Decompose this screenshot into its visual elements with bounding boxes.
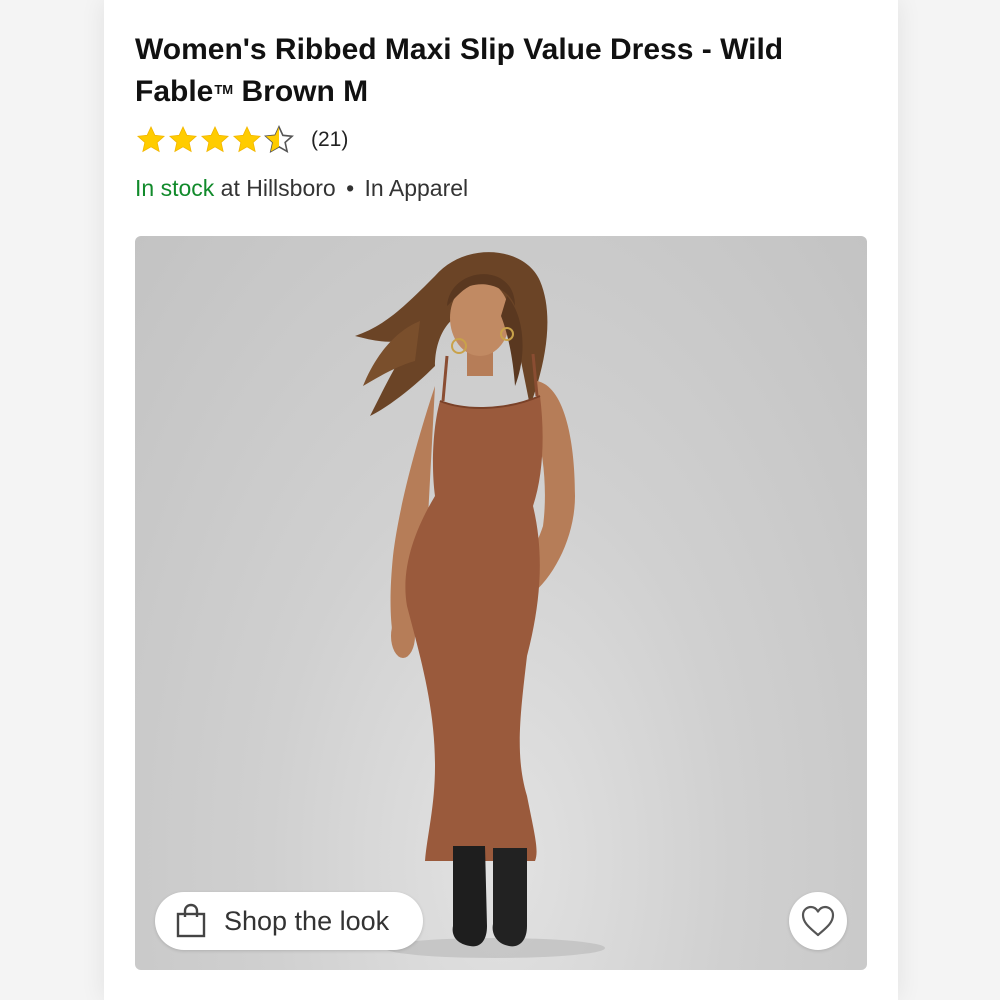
- availability-line: In stock at Hillsboro • In Apparel: [135, 175, 468, 202]
- star-full-icon: [200, 125, 230, 153]
- star-rating: [135, 124, 295, 156]
- star-full-icon: [232, 125, 262, 153]
- product-page: Women's Ribbed Maxi Slip Value Dress - W…: [104, 0, 898, 1000]
- star-full-icon: [136, 125, 166, 153]
- shopping-bag-icon: [176, 903, 206, 938]
- product-image[interactable]: Shop the look: [135, 236, 867, 970]
- product-title: Women's Ribbed Maxi Slip Value Dress - W…: [135, 30, 875, 112]
- product-title-text: Women's Ribbed Maxi Slip Value Dress - W…: [135, 33, 784, 108]
- stock-status: In stock: [135, 175, 215, 201]
- favorite-button[interactable]: [789, 892, 847, 950]
- star-half-icon: [264, 125, 294, 154]
- product-title-variant: Brown M: [241, 75, 369, 108]
- star-full-icon: [168, 125, 198, 153]
- model-photo: [355, 252, 605, 958]
- separator-dot: •: [346, 175, 355, 201]
- store-location[interactable]: at Hillsboro: [221, 175, 336, 201]
- trademark-symbol: TM: [214, 82, 234, 97]
- rating-summary[interactable]: (21): [135, 122, 348, 158]
- heart-icon: [801, 905, 835, 937]
- shop-the-look-button[interactable]: Shop the look: [155, 892, 423, 950]
- department: In Apparel: [364, 175, 469, 201]
- shop-the-look-label: Shop the look: [224, 905, 390, 936]
- review-count[interactable]: (21): [311, 128, 348, 152]
